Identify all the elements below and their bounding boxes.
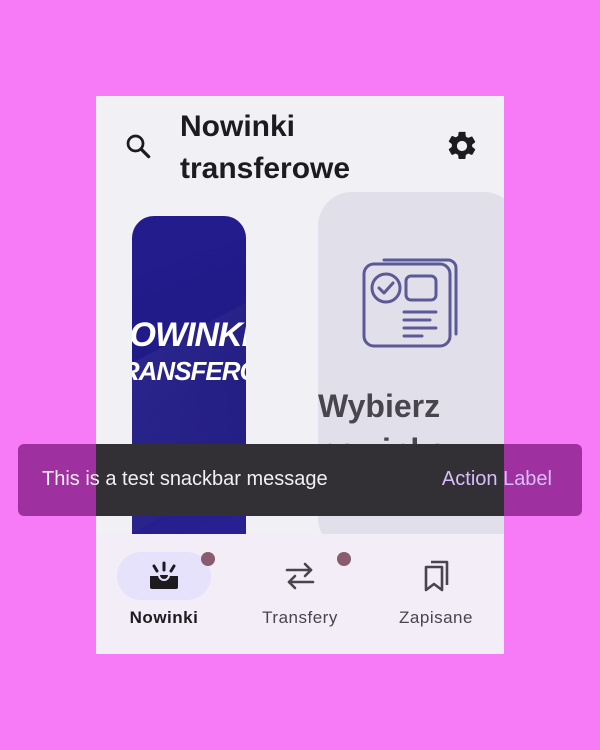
nav-item-nowinki[interactable]: Nowinki: [96, 552, 232, 636]
settings-button[interactable]: [440, 124, 484, 168]
notification-badge: [201, 552, 215, 566]
nav-indicator: [389, 552, 483, 600]
nav-item-transfery[interactable]: Transfery: [232, 552, 368, 636]
nav-indicator: [117, 552, 215, 600]
gear-icon: [448, 131, 476, 160]
nav-item-zapisane[interactable]: Zapisane: [368, 552, 504, 636]
inbox-new-icon: [150, 561, 178, 589]
document-check-icon: [362, 258, 458, 348]
nav-label: Zapisane: [399, 608, 473, 627]
nav-label: Nowinki: [129, 608, 199, 627]
bookmarks-icon: [424, 560, 449, 592]
swap-arrows-icon: [285, 562, 315, 590]
search-button[interactable]: [118, 126, 158, 166]
snackbar-action-button[interactable]: Action Label: [442, 468, 552, 491]
nav-indicator: [253, 552, 351, 600]
logo-text-line1: NOWINKI: [132, 316, 246, 354]
snackbar: This is a test snackbar message Action L…: [18, 444, 582, 516]
notification-badge: [337, 552, 351, 566]
logo-text-line2: TRANSFEROWE: [132, 356, 246, 386]
snackbar-message: This is a test snackbar message: [42, 468, 328, 490]
search-icon: [126, 134, 151, 159]
page-title: Nowinki transferowe: [180, 110, 351, 185]
app-screen: Nowinki transferowe NOWINKI TRANSFEROWE: [96, 96, 504, 654]
news-logo-card[interactable]: NOWINKI TRANSFEROWE: [132, 216, 246, 576]
bottom-navigation: Nowinki Transfery Zapisane: [96, 534, 504, 654]
nav-label: Transfery: [262, 608, 338, 627]
